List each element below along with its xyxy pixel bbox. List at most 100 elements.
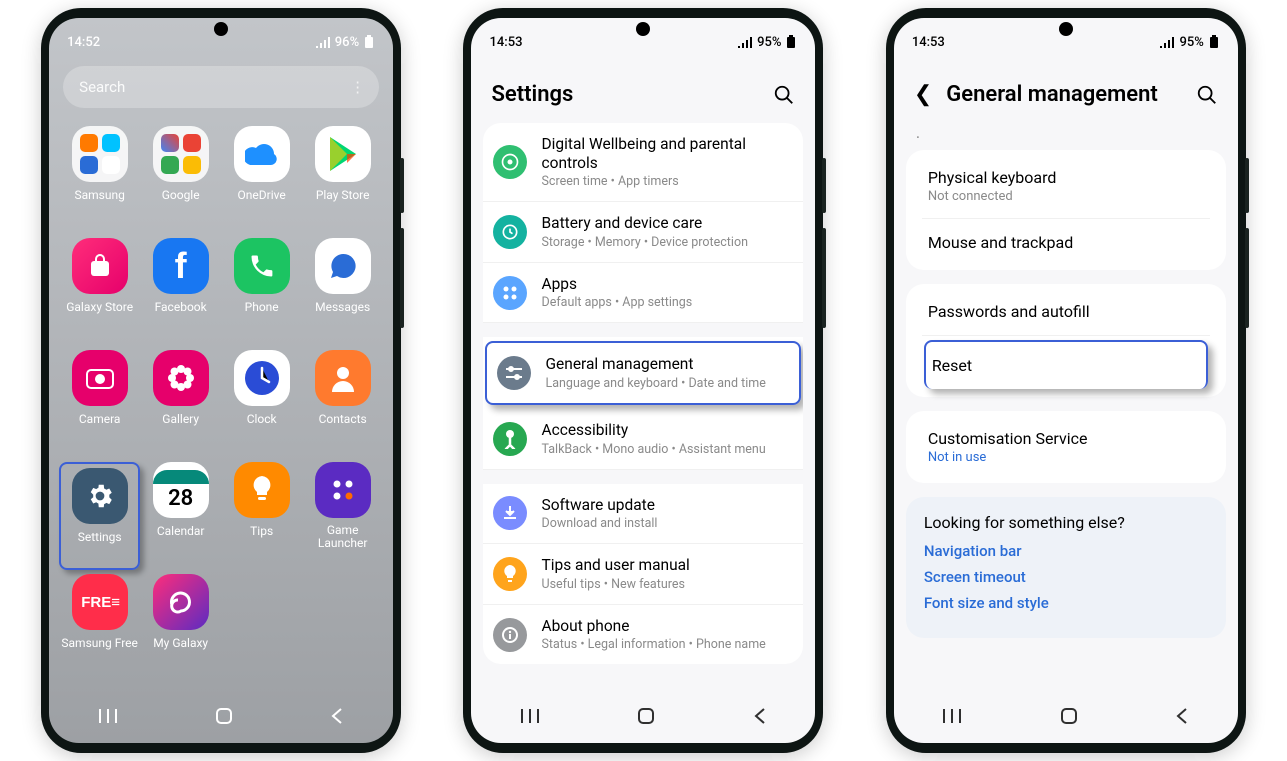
category-icon — [493, 618, 527, 652]
item-title: Apps — [541, 275, 692, 294]
looking-heading: Looking for something else? — [924, 513, 1208, 532]
link-navigation-bar[interactable]: Navigation bar — [924, 542, 1208, 560]
app-game-launcher[interactable]: Game Launcher — [302, 462, 383, 570]
settings-item-digital-wellbeing-and-parental-controls[interactable]: Digital Wellbeing and parental controls S… — [483, 123, 803, 202]
status-battery: 95% — [1179, 35, 1203, 50]
gear-icon — [72, 468, 128, 524]
item-title: Digital Wellbeing and parental controls — [541, 135, 793, 172]
app-calendar[interactable]: 28 Calendar — [140, 462, 221, 570]
app-settings[interactable]: Settings — [59, 462, 140, 570]
battery-icon — [1208, 35, 1220, 49]
search-placeholder: Search — [79, 78, 125, 96]
category-icon — [493, 422, 527, 456]
looking-for-box: Looking for something else? Navigation b… — [906, 497, 1226, 638]
app-play-store[interactable]: Play Store — [302, 126, 383, 234]
category-icon — [493, 215, 527, 249]
category-icon — [493, 557, 527, 591]
power-button[interactable] — [822, 228, 826, 328]
nav-home-icon[interactable] — [636, 706, 656, 730]
phone-icon — [234, 238, 290, 294]
item-title: Physical keyboard — [928, 168, 1204, 187]
settings-item-battery-and-device-care[interactable]: Battery and device careStorage • Memory … — [483, 202, 803, 263]
gm-header: ❮ General management — [894, 58, 1238, 123]
back-icon[interactable]: ❮ — [914, 82, 932, 107]
status-time: 14:52 — [67, 35, 100, 50]
app-my-galaxy[interactable]: My Galaxy — [140, 574, 221, 682]
app-messages[interactable]: Messages — [302, 238, 383, 346]
settings-item-general-management[interactable]: General managementLanguage and keyboard … — [485, 341, 801, 405]
item-title: Accessibility — [541, 421, 765, 440]
nav-back-icon[interactable] — [1174, 706, 1190, 730]
settings-item-accessibility[interactable]: AccessibilityTalkBack • Mono audio • Ass… — [483, 409, 803, 470]
item-title: Customisation Service — [928, 429, 1204, 448]
nav-recents-icon[interactable] — [941, 707, 963, 729]
page-title: General management — [946, 82, 1158, 107]
item-title: General management — [545, 355, 765, 374]
app-gallery[interactable]: Gallery — [140, 350, 221, 458]
nav-recents-icon[interactable] — [97, 707, 119, 729]
swirl-icon — [153, 574, 209, 630]
nav-recents-icon[interactable] — [519, 707, 541, 729]
nav-home-icon[interactable] — [214, 706, 234, 730]
gm-item-physical-keyboard[interactable]: Physical keyboardNot connected — [922, 154, 1210, 219]
nav-back-icon[interactable] — [752, 706, 768, 730]
item-title: Mouse and trackpad — [928, 233, 1204, 252]
app-galaxy-store[interactable]: Galaxy Store — [59, 238, 140, 346]
app-google-folder[interactable]: Google — [140, 126, 221, 234]
settings-list: Digital Wellbeing and parental controls S… — [471, 123, 815, 693]
signal-icon — [1159, 36, 1175, 48]
gm-item-passwords-and-autofill[interactable]: Passwords and autofill — [922, 288, 1210, 336]
settings-item-software-update[interactable]: Software updateDownload and install — [483, 484, 803, 545]
app-onedrive[interactable]: OneDrive — [221, 126, 302, 234]
settings-item-tips-and-user-manual[interactable]: Tips and user manualUseful tips • New fe… — [483, 544, 803, 605]
search-icon[interactable] — [1196, 84, 1218, 106]
item-subtitle: Status • Legal information • Phone name — [541, 637, 765, 652]
status-time: 14:53 — [912, 35, 945, 50]
gm-list: . Physical keyboardNot connectedMouse an… — [894, 123, 1238, 693]
volume-button[interactable] — [1245, 158, 1249, 213]
app-facebook[interactable]: f Facebook — [140, 238, 221, 346]
link-screen-timeout[interactable]: Screen timeout — [924, 568, 1208, 586]
app-samsung-free[interactable]: FRE≡ Samsung Free — [59, 574, 140, 682]
app-samsung-folder[interactable]: Samsung — [59, 126, 140, 234]
bag-icon — [72, 238, 128, 294]
gm-item-reset[interactable]: Reset — [924, 340, 1208, 389]
nav-back-icon[interactable] — [329, 706, 345, 730]
app-contacts[interactable]: Contacts — [302, 350, 383, 458]
power-button[interactable] — [1245, 228, 1249, 328]
app-phone[interactable]: Phone — [221, 238, 302, 346]
app-tips[interactable]: Tips — [221, 462, 302, 570]
power-button[interactable] — [400, 228, 404, 328]
gm-item-customisation-service[interactable]: Customisation ServiceNot in use — [922, 415, 1210, 479]
category-icon — [493, 145, 527, 179]
item-title: Passwords and autofill — [928, 302, 1204, 321]
item-subtitle: Screen time • App timers — [541, 174, 793, 189]
link-font-size[interactable]: Font size and style — [924, 594, 1208, 612]
status-battery: 96% — [335, 35, 359, 50]
phone-general-management: 14:53 95% ❮ General management . Physica… — [886, 8, 1246, 753]
item-subtitle: Default apps • App settings — [541, 295, 692, 310]
bulb-icon — [234, 462, 290, 518]
app-camera[interactable]: Camera — [59, 350, 140, 458]
category-icon — [493, 276, 527, 310]
settings-item-about-phone[interactable]: About phoneStatus • Legal information • … — [483, 605, 803, 665]
gm-item-mouse-and-trackpad[interactable]: Mouse and trackpad — [922, 219, 1210, 266]
phone-settings: 14:53 95% Settings Digital Wellbeing and… — [463, 8, 823, 753]
calendar-day: 28 — [168, 486, 193, 511]
volume-button[interactable] — [822, 158, 826, 213]
volume-button[interactable] — [400, 158, 404, 213]
item-title: Battery and device care — [541, 214, 748, 233]
search-icon[interactable] — [773, 84, 795, 106]
front-camera — [214, 22, 228, 36]
signal-icon — [315, 36, 331, 48]
nav-home-icon[interactable] — [1059, 706, 1079, 730]
category-icon — [493, 496, 527, 530]
item-title: Reset — [932, 356, 1200, 375]
settings-item-apps[interactable]: AppsDefault apps • App settings — [483, 263, 803, 324]
search-bar[interactable]: Search ⋮ — [63, 66, 379, 108]
more-icon[interactable]: ⋮ — [350, 78, 363, 96]
category-icon — [497, 356, 531, 390]
status-time: 14:53 — [489, 35, 522, 50]
app-clock[interactable]: Clock — [221, 350, 302, 458]
clock-icon — [234, 350, 290, 406]
